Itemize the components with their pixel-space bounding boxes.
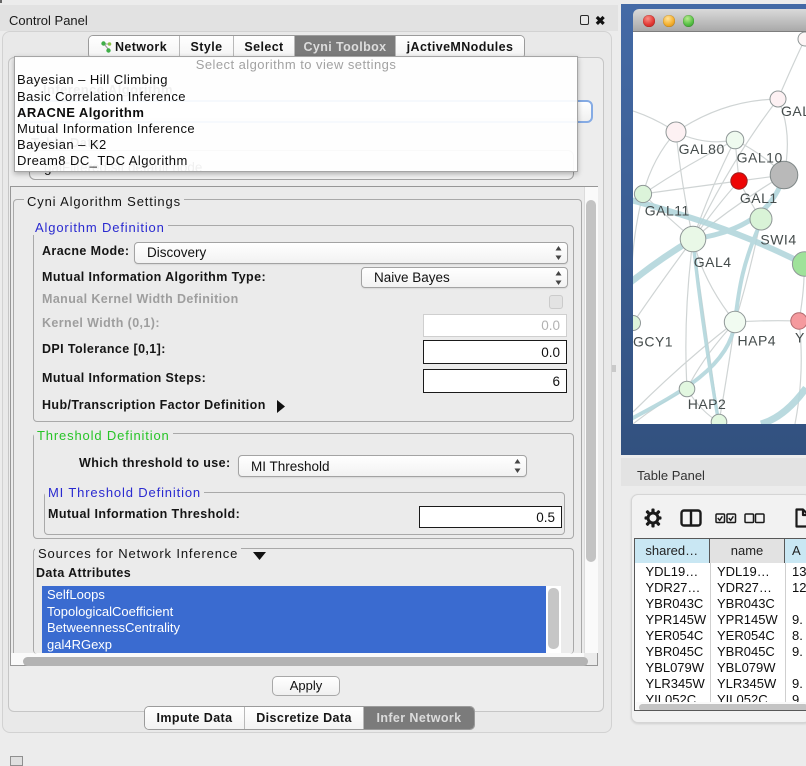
- svg-text:GAL10: GAL10: [737, 150, 783, 166]
- svg-text:GAL1: GAL1: [740, 190, 778, 206]
- svg-text:HAP4: HAP4: [738, 332, 777, 348]
- svg-text:GAL80: GAL80: [679, 141, 725, 157]
- svg-text:GAL11: GAL11: [645, 203, 690, 219]
- svg-text:GAL4: GAL4: [694, 254, 732, 270]
- svg-text:SWI4: SWI4: [760, 232, 796, 248]
- svg-text:Y: Y: [795, 329, 805, 345]
- svg-text:HAP2: HAP2: [688, 396, 727, 412]
- svg-text:GAL7: GAL7: [781, 103, 806, 119]
- svg-text:GCY1: GCY1: [633, 334, 673, 350]
